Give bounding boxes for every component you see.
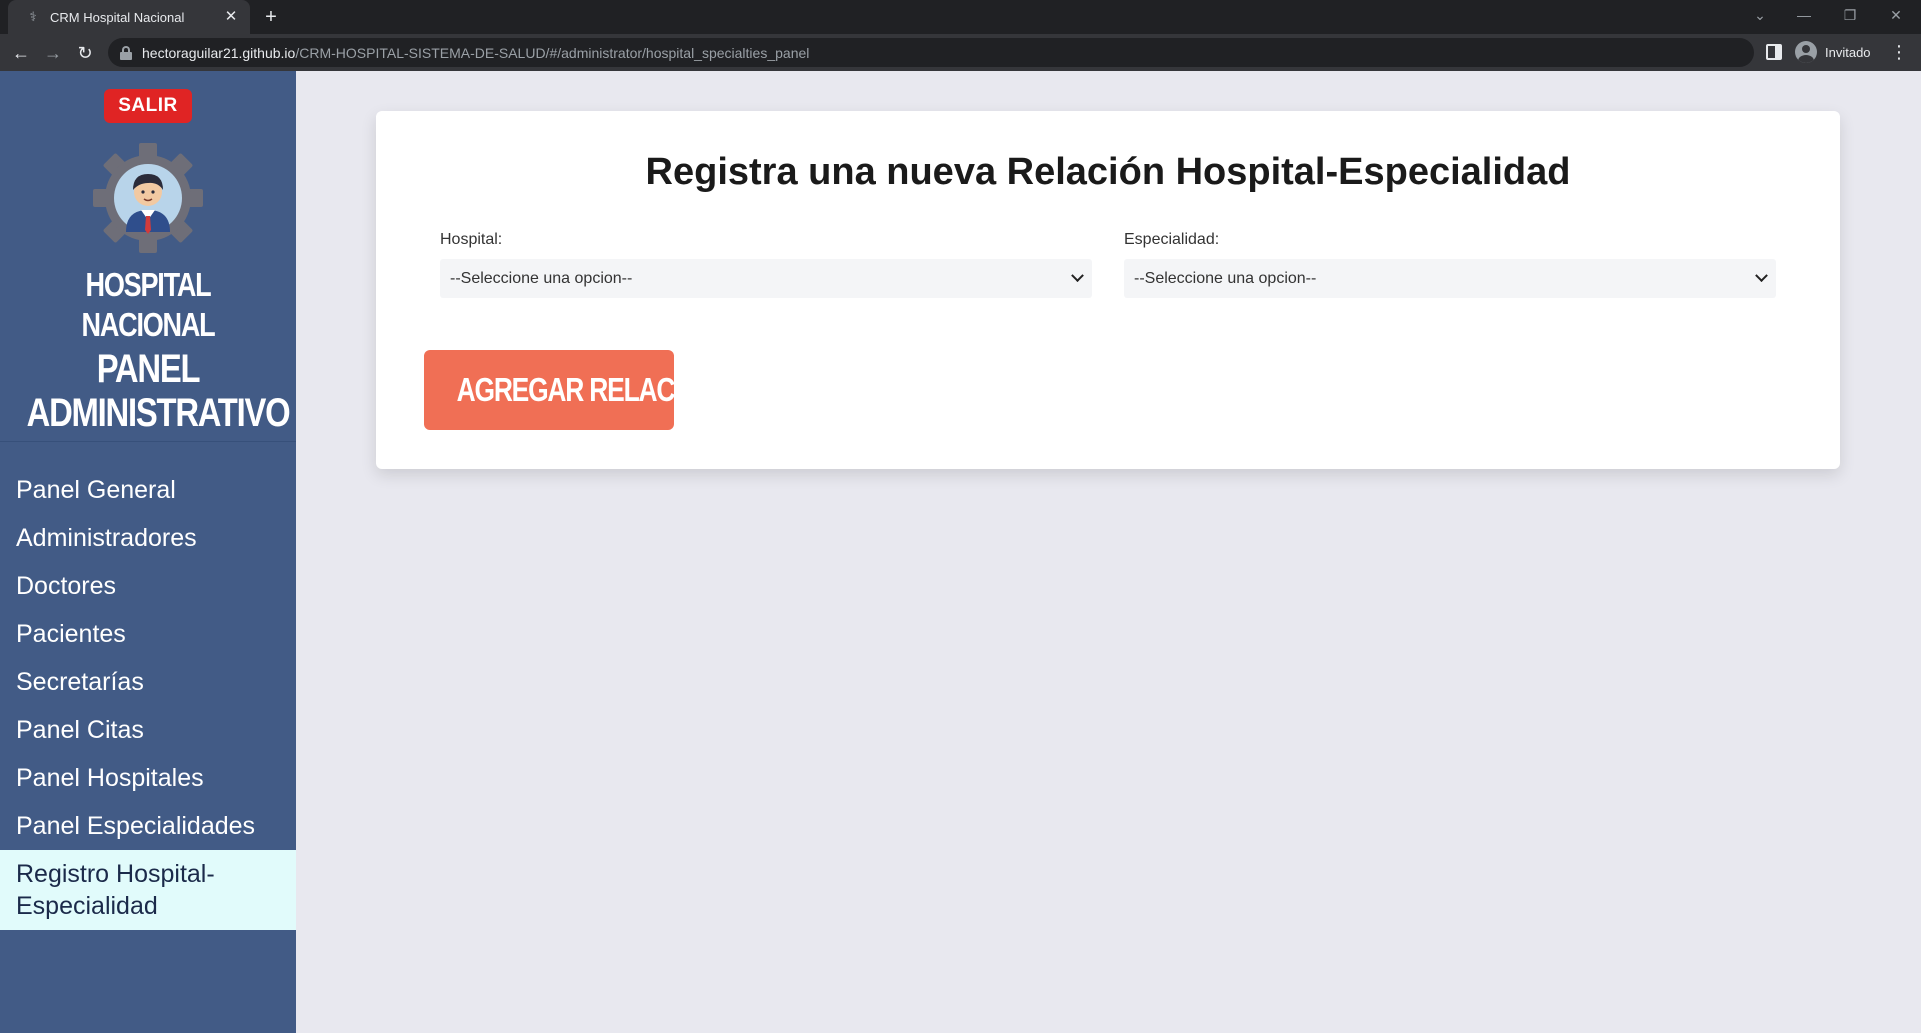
specialty-label: Especialidad: [1124, 231, 1220, 248]
reload-icon[interactable]: ↻ [73, 41, 97, 65]
sidebar-item-panel-hospitales[interactable]: Panel Hospitales [0, 754, 296, 802]
sidebar-item-panel-general[interactable]: Panel General [0, 466, 296, 514]
app-root: SALIR HOSPITAL NACIONAL PANEL ADMINISTRA… [0, 71, 1921, 1033]
admin-gear-avatar-icon [93, 143, 203, 253]
minimize-icon[interactable]: — [1790, 4, 1818, 26]
sidebar-item-doctores[interactable]: Doctores [0, 562, 296, 610]
specialty-select[interactable]: --Seleccione una opcion-- [1124, 259, 1776, 298]
address-bar[interactable]: hectoraguilar21.github.io/CRM-HOSPITAL-S… [108, 38, 1754, 67]
tab-search-icon[interactable]: ⌄ [1746, 4, 1774, 26]
browser-toolbar: ← → ↻ hectoraguilar21.github.io/CRM-HOSP… [0, 34, 1921, 71]
lock-icon[interactable] [120, 45, 132, 60]
restore-icon[interactable]: ❐ [1836, 4, 1864, 26]
back-arrow-icon[interactable]: ← [9, 41, 33, 65]
specialty-field: Especialidad: --Seleccione una opcion-- [1124, 231, 1776, 298]
logout-button[interactable]: SALIR [104, 89, 192, 123]
specialty-select-value: --Seleccione una opcion-- [1134, 269, 1317, 287]
browser-tab[interactable]: ⚕ CRM Hospital Nacional ✕ [8, 0, 250, 34]
sidebar-divider [0, 441, 296, 442]
sidebar-item-panel-citas[interactable]: Panel Citas [0, 706, 296, 754]
sidebar-item-secretarias[interactable]: Secretarías [0, 658, 296, 706]
relation-form-card: Registra una nueva Relación Hospital-Esp… [376, 111, 1840, 469]
close-tab-icon[interactable]: ✕ [222, 8, 240, 26]
sidebar-nav: Panel General Administradores Doctores P… [0, 466, 296, 930]
page-title: Registra una nueva Relación Hospital-Esp… [645, 151, 1571, 193]
sidebar-item-panel-especialidades[interactable]: Panel Especialidades [0, 802, 296, 850]
add-relation-label: AGREGAR RELACIÓN [456, 371, 719, 408]
browser-tab-bar: ⚕ CRM Hospital Nacional ✕ + ⌄ — ❐ ✕ [0, 0, 1921, 34]
tab-title: CRM Hospital Nacional [50, 9, 185, 25]
new-tab-button[interactable]: + [260, 6, 282, 28]
sidebar-item-administradores[interactable]: Administradores [0, 514, 296, 562]
profile-avatar-icon [1795, 41, 1817, 63]
admin-avatar [0, 143, 296, 253]
side-panel-icon[interactable] [1766, 44, 1782, 60]
panel-title-line2: ADMINISTRATIVO [26, 391, 291, 435]
profile-label: Invitado [1825, 44, 1871, 60]
chevron-down-icon [1755, 269, 1768, 283]
logout-wrap: SALIR [0, 71, 296, 123]
sidebar: SALIR HOSPITAL NACIONAL PANEL ADMINISTRA… [0, 71, 296, 1033]
url-text[interactable]: hectoraguilar21.github.io/CRM-HOSPITAL-S… [142, 45, 809, 61]
chevron-down-icon [1071, 269, 1084, 283]
sidebar-item-registro-hospital-especialidad[interactable]: Registro Hospital-Especialidad [0, 850, 296, 930]
hospital-select[interactable]: --Seleccione una opcion-- [440, 259, 1092, 298]
hospital-select-value: --Seleccione una opcion-- [450, 269, 633, 287]
forward-arrow-icon[interactable]: → [41, 41, 65, 65]
close-window-icon[interactable]: ✕ [1882, 4, 1910, 26]
hospital-label: Hospital: [440, 231, 503, 248]
profile-button[interactable]: Invitado [1795, 41, 1871, 63]
hospital-brand: HOSPITAL NACIONAL [81, 266, 216, 343]
sidebar-item-pacientes[interactable]: Pacientes [0, 610, 296, 658]
caduceus-favicon-icon: ⚕ [29, 9, 37, 24]
panel-title-line1: PANEL [96, 347, 201, 391]
kebab-menu-icon[interactable]: ⋮ [1890, 42, 1908, 62]
hospital-field: Hospital: --Seleccione una opcion-- [440, 231, 1092, 298]
main-content: Registra una nueva Relación Hospital-Esp… [296, 71, 1921, 1033]
add-relation-button[interactable]: AGREGAR RELACIÓN [424, 350, 719, 430]
